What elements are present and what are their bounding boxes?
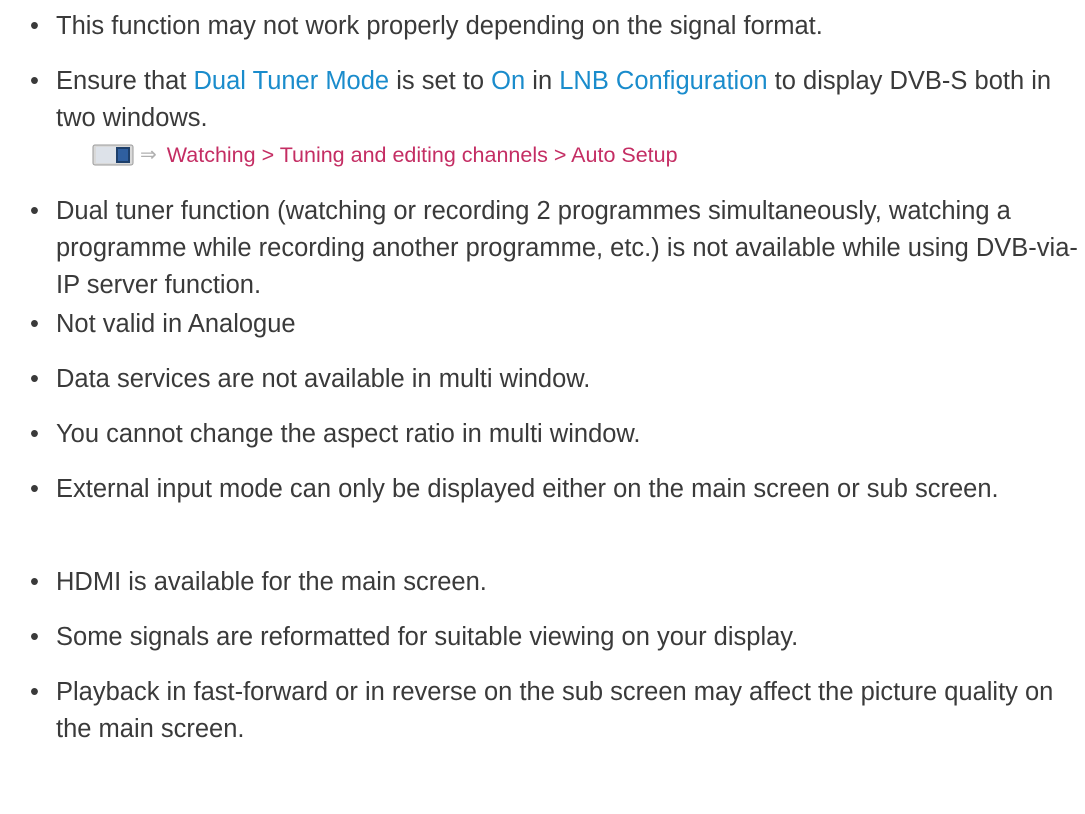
note-text: External input mode can only be displaye… — [56, 475, 999, 503]
bullet-dot: • — [30, 568, 39, 596]
bullet-dot: • — [30, 365, 39, 393]
bullet-dot: • — [30, 310, 39, 338]
note-text: Playback in fast-forward or in reverse o… — [56, 678, 1054, 743]
bullet-dot: • — [30, 67, 39, 95]
reference-link[interactable]: ⇒ Watching > Tuning and editing channels… — [92, 140, 678, 170]
note-text: You cannot change the aspect ratio in mu… — [56, 420, 641, 448]
list-item: • Data services are not available in mul… — [30, 361, 1080, 398]
note-text: Data services are not available in multi… — [56, 365, 591, 393]
note-text: in — [525, 67, 560, 95]
list-item: • This function may not work properly de… — [30, 8, 1080, 45]
list-item: • You cannot change the aspect ratio in … — [30, 416, 1080, 453]
bullet-dot: • — [30, 475, 39, 503]
list-item: • Playback in fast-forward or in reverse… — [30, 674, 1080, 748]
link-lnb-configuration[interactable]: LNB Configuration — [559, 67, 767, 95]
note-text: Not valid in Analogue — [56, 310, 296, 338]
bullet-dot: • — [30, 12, 39, 40]
link-dual-tuner-mode[interactable]: Dual Tuner Mode — [194, 67, 390, 95]
list-item: • External input mode can only be displa… — [30, 471, 1080, 508]
list-item: • Dual tuner function (watching or recor… — [30, 193, 1080, 304]
note-text: Dual tuner function (watching or recordi… — [56, 197, 1078, 299]
note-text: HDMI is available for the main screen. — [56, 568, 487, 596]
tv-manual-icon — [92, 144, 134, 166]
list-item: • HDMI is available for the main screen. — [30, 564, 1080, 601]
bullet-dot: • — [30, 678, 39, 706]
reference-path[interactable]: Watching > Tuning and editing channels >… — [167, 140, 678, 170]
note-text: Ensure that — [56, 67, 194, 95]
list-item: • Ensure that Dual Tuner Mode is set to O… — [30, 63, 1080, 137]
note-text: is set to — [389, 67, 492, 95]
list-item: • Some signals are reformatted for suita… — [30, 619, 1080, 656]
bullet-dot: • — [30, 623, 39, 651]
bullet-dot: • — [30, 197, 39, 225]
note-text: Some signals are reformatted for suitabl… — [56, 623, 799, 651]
list-item: • Not valid in Analogue — [30, 306, 1080, 343]
note-text: This function may not work properly depe… — [56, 12, 823, 40]
link-on[interactable]: On — [491, 67, 525, 95]
bullet-dot: • — [30, 420, 39, 448]
arrow-right-icon: ⇒ — [140, 144, 157, 166]
